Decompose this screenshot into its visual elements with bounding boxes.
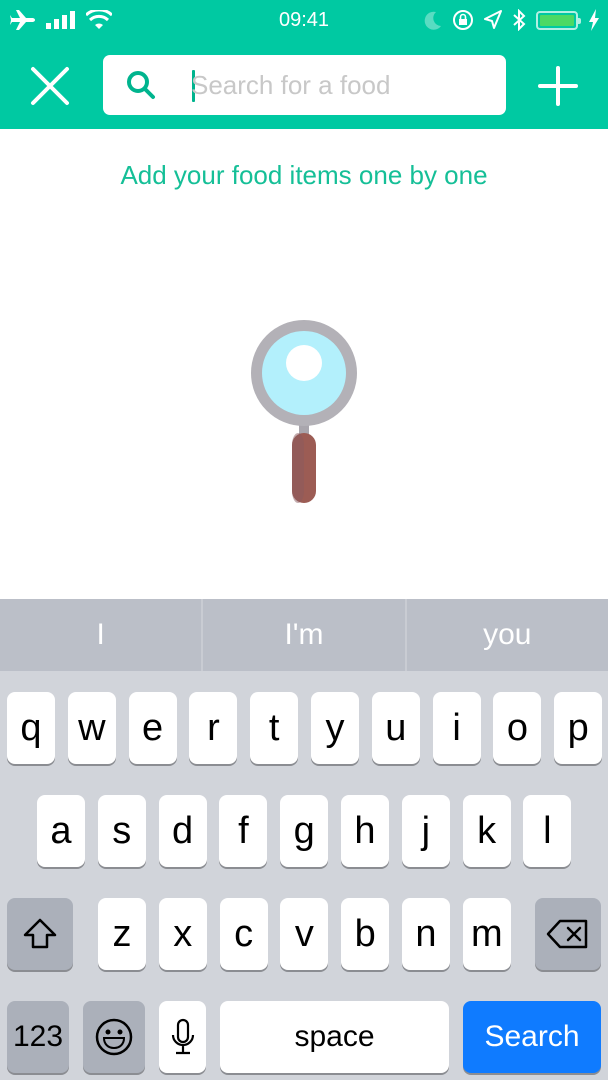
instruction-text: Add your food items one by one: [120, 160, 488, 190]
suggestion-1[interactable]: I: [0, 599, 204, 671]
key-l[interactable]: l: [523, 795, 572, 867]
backspace-icon: [546, 919, 588, 949]
shift-icon: [23, 918, 57, 949]
key-q[interactable]: q: [7, 692, 55, 764]
status-bar: 09:41: [0, 0, 608, 40]
key-i[interactable]: i: [432, 692, 481, 764]
key-u[interactable]: u: [371, 692, 420, 764]
key-b[interactable]: b: [341, 898, 390, 970]
close-icon: [31, 67, 69, 105]
key-t[interactable]: t: [250, 692, 299, 764]
predictive-bar: I I'm you: [0, 599, 608, 671]
status-right: [424, 0, 600, 40]
search-bar[interactable]: [103, 55, 506, 115]
microphone-icon: [171, 1018, 194, 1055]
key-r[interactable]: r: [189, 692, 238, 764]
magnifying-glass-illustration: [251, 320, 357, 503]
plus-icon: [538, 66, 578, 106]
key-j[interactable]: j: [401, 795, 450, 867]
delete-key[interactable]: [535, 898, 601, 970]
numbers-key[interactable]: 123: [7, 1001, 69, 1073]
key-d[interactable]: d: [158, 795, 207, 867]
signal-icon: [46, 11, 75, 29]
charging-icon: [589, 9, 599, 31]
bluetooth-icon: [513, 9, 526, 31]
key-v[interactable]: v: [280, 898, 329, 970]
airplane-icon: [10, 10, 35, 30]
key-g[interactable]: g: [280, 795, 329, 867]
battery-icon: [536, 10, 581, 30]
key-y[interactable]: y: [311, 692, 359, 764]
emoji-icon: [95, 1018, 133, 1056]
search-icon: [127, 71, 155, 99]
shift-key[interactable]: [7, 898, 73, 970]
moon-icon: [424, 11, 441, 30]
key-h[interactable]: h: [341, 795, 389, 867]
key-w[interactable]: w: [67, 692, 116, 764]
suggestion-3[interactable]: you: [407, 599, 608, 671]
add-button[interactable]: [536, 64, 580, 108]
key-e[interactable]: e: [128, 692, 177, 764]
suggestion-2[interactable]: I'm: [203, 599, 407, 671]
key-k[interactable]: k: [462, 795, 511, 867]
key-z[interactable]: z: [98, 898, 146, 970]
wifi-icon: [86, 10, 112, 29]
glass-shine: [286, 345, 322, 381]
orientation-lock-icon: [453, 10, 473, 30]
key-p[interactable]: p: [554, 692, 603, 764]
search-input[interactable]: [191, 55, 491, 115]
key-s[interactable]: s: [97, 795, 146, 867]
emoji-key[interactable]: [83, 1001, 145, 1073]
key-n[interactable]: n: [402, 898, 450, 970]
key-m[interactable]: m: [462, 898, 511, 970]
nav-bar: [0, 40, 608, 129]
keyboard: I I'm you qwertyuiop asdfghjkl zxcvbnm 123…: [0, 599, 608, 1080]
space-key[interactable]: space: [220, 1001, 449, 1073]
location-icon: [484, 10, 502, 29]
dictation-key[interactable]: [159, 1001, 206, 1073]
key-o[interactable]: o: [493, 692, 542, 764]
close-button[interactable]: [28, 64, 72, 108]
status-left: [10, 0, 112, 40]
key-a[interactable]: a: [37, 795, 85, 867]
key-x[interactable]: x: [158, 898, 207, 970]
key-f[interactable]: f: [219, 795, 268, 867]
key-c[interactable]: c: [219, 898, 268, 970]
search-key[interactable]: Search: [463, 1001, 601, 1073]
